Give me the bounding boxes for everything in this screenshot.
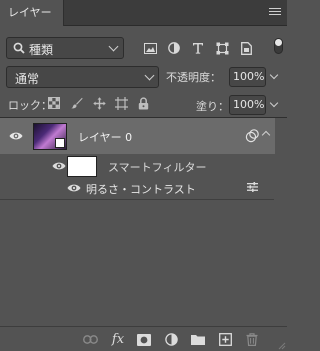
blend-mode-value: 通常	[15, 72, 40, 86]
layer-row-selected[interactable]: レイヤー 0	[0, 118, 287, 154]
filter-item-row[interactable]: 明るさ・コントラスト	[0, 178, 274, 198]
opacity-label: 不透明度：	[166, 71, 221, 84]
lock-image-brush-icon[interactable]	[70, 96, 84, 110]
fill-field[interactable]: 100%	[229, 95, 266, 115]
search-icon	[13, 42, 25, 54]
eye-visibility-icon[interactable]	[52, 161, 66, 171]
link-layers-icon[interactable]	[82, 332, 98, 347]
type-layer-filter-icon[interactable]	[190, 40, 206, 56]
layers-scrollbar-track[interactable]	[275, 118, 287, 334]
opacity-field[interactable]: 100%	[229, 67, 266, 87]
shape-layer-filter-icon[interactable]	[214, 40, 230, 56]
adjustment-layer-icon[interactable]	[163, 332, 179, 347]
blend-mode-select[interactable]: 通常	[6, 66, 159, 88]
chevron-up-collapse-icon[interactable]	[261, 130, 271, 140]
tab-layers[interactable]: レイヤー	[0, 0, 64, 26]
smart-filters-row[interactable]: スマートフィルター	[0, 154, 274, 178]
smart-object-badge-icon	[55, 138, 65, 148]
lock-transparency-icon[interactable]	[47, 96, 61, 110]
new-layer-icon[interactable]	[217, 332, 233, 347]
fill-label: 塗り：	[196, 100, 229, 113]
fill-chevron-down-icon[interactable]	[269, 98, 279, 108]
filter-kind-select[interactable]: 種類	[6, 37, 124, 59]
lock-artboard-icon[interactable]	[114, 96, 128, 110]
smart-filter-mask-thumbnail[interactable]	[67, 156, 97, 177]
smart-filters-label: スマートフィルター	[108, 161, 207, 174]
filter-toggle-switch[interactable]	[274, 38, 283, 54]
filter-item-label[interactable]: 明るさ・コントラスト	[86, 181, 196, 197]
chevron-down-icon	[108, 41, 119, 52]
filter-kind-label: 種類	[29, 43, 54, 57]
opacity-chevron-down-icon[interactable]	[269, 70, 279, 80]
layer-thumbnail	[33, 123, 67, 150]
smart-object-filter-icon[interactable]	[238, 40, 254, 56]
resize-grip-icon[interactable]	[278, 342, 286, 350]
pixel-layer-filter-icon[interactable]	[142, 40, 158, 56]
lock-label: ロック：	[8, 99, 52, 112]
eye-visibility-icon[interactable]	[9, 131, 23, 141]
layer-name[interactable]: レイヤー 0	[78, 129, 132, 145]
fill-value: 100%	[233, 98, 265, 111]
layers-list-divider	[0, 199, 274, 200]
hamburger-menu-icon[interactable]	[269, 8, 281, 18]
panel-tab-bar: レイヤー	[0, 0, 287, 26]
lock-position-move-icon[interactable]	[92, 96, 106, 110]
layers-bottom-toolbar: fx	[0, 326, 287, 351]
chevron-down-icon	[144, 70, 155, 81]
adjustment-layer-filter-icon[interactable]	[166, 40, 182, 56]
group-folder-icon[interactable]	[190, 332, 206, 347]
trash-icon[interactable]	[244, 332, 260, 347]
opacity-value: 100%	[233, 70, 265, 83]
smart-filter-indicator-icon[interactable]	[245, 129, 259, 143]
eye-visibility-icon[interactable]	[67, 183, 81, 193]
fx-icon[interactable]: fx	[110, 332, 126, 347]
lock-all-icon[interactable]	[136, 96, 150, 110]
layer-mask-icon[interactable]	[136, 332, 152, 347]
filter-blending-options-icon[interactable]	[247, 182, 258, 192]
